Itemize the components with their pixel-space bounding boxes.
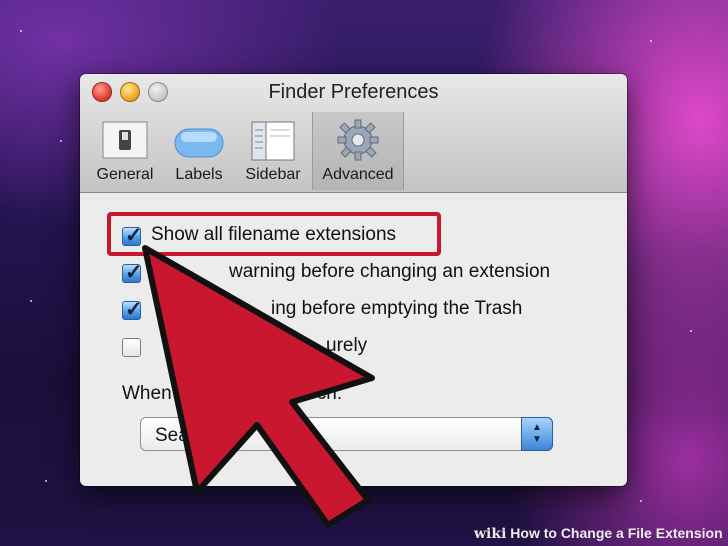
arrow-cursor-icon (142, 245, 375, 528)
watermark-text: How to Change a File Extension (510, 525, 723, 541)
wiki-logo: wiki (474, 526, 507, 542)
watermark-banner: wiki How to Change a File Extension (474, 525, 723, 542)
